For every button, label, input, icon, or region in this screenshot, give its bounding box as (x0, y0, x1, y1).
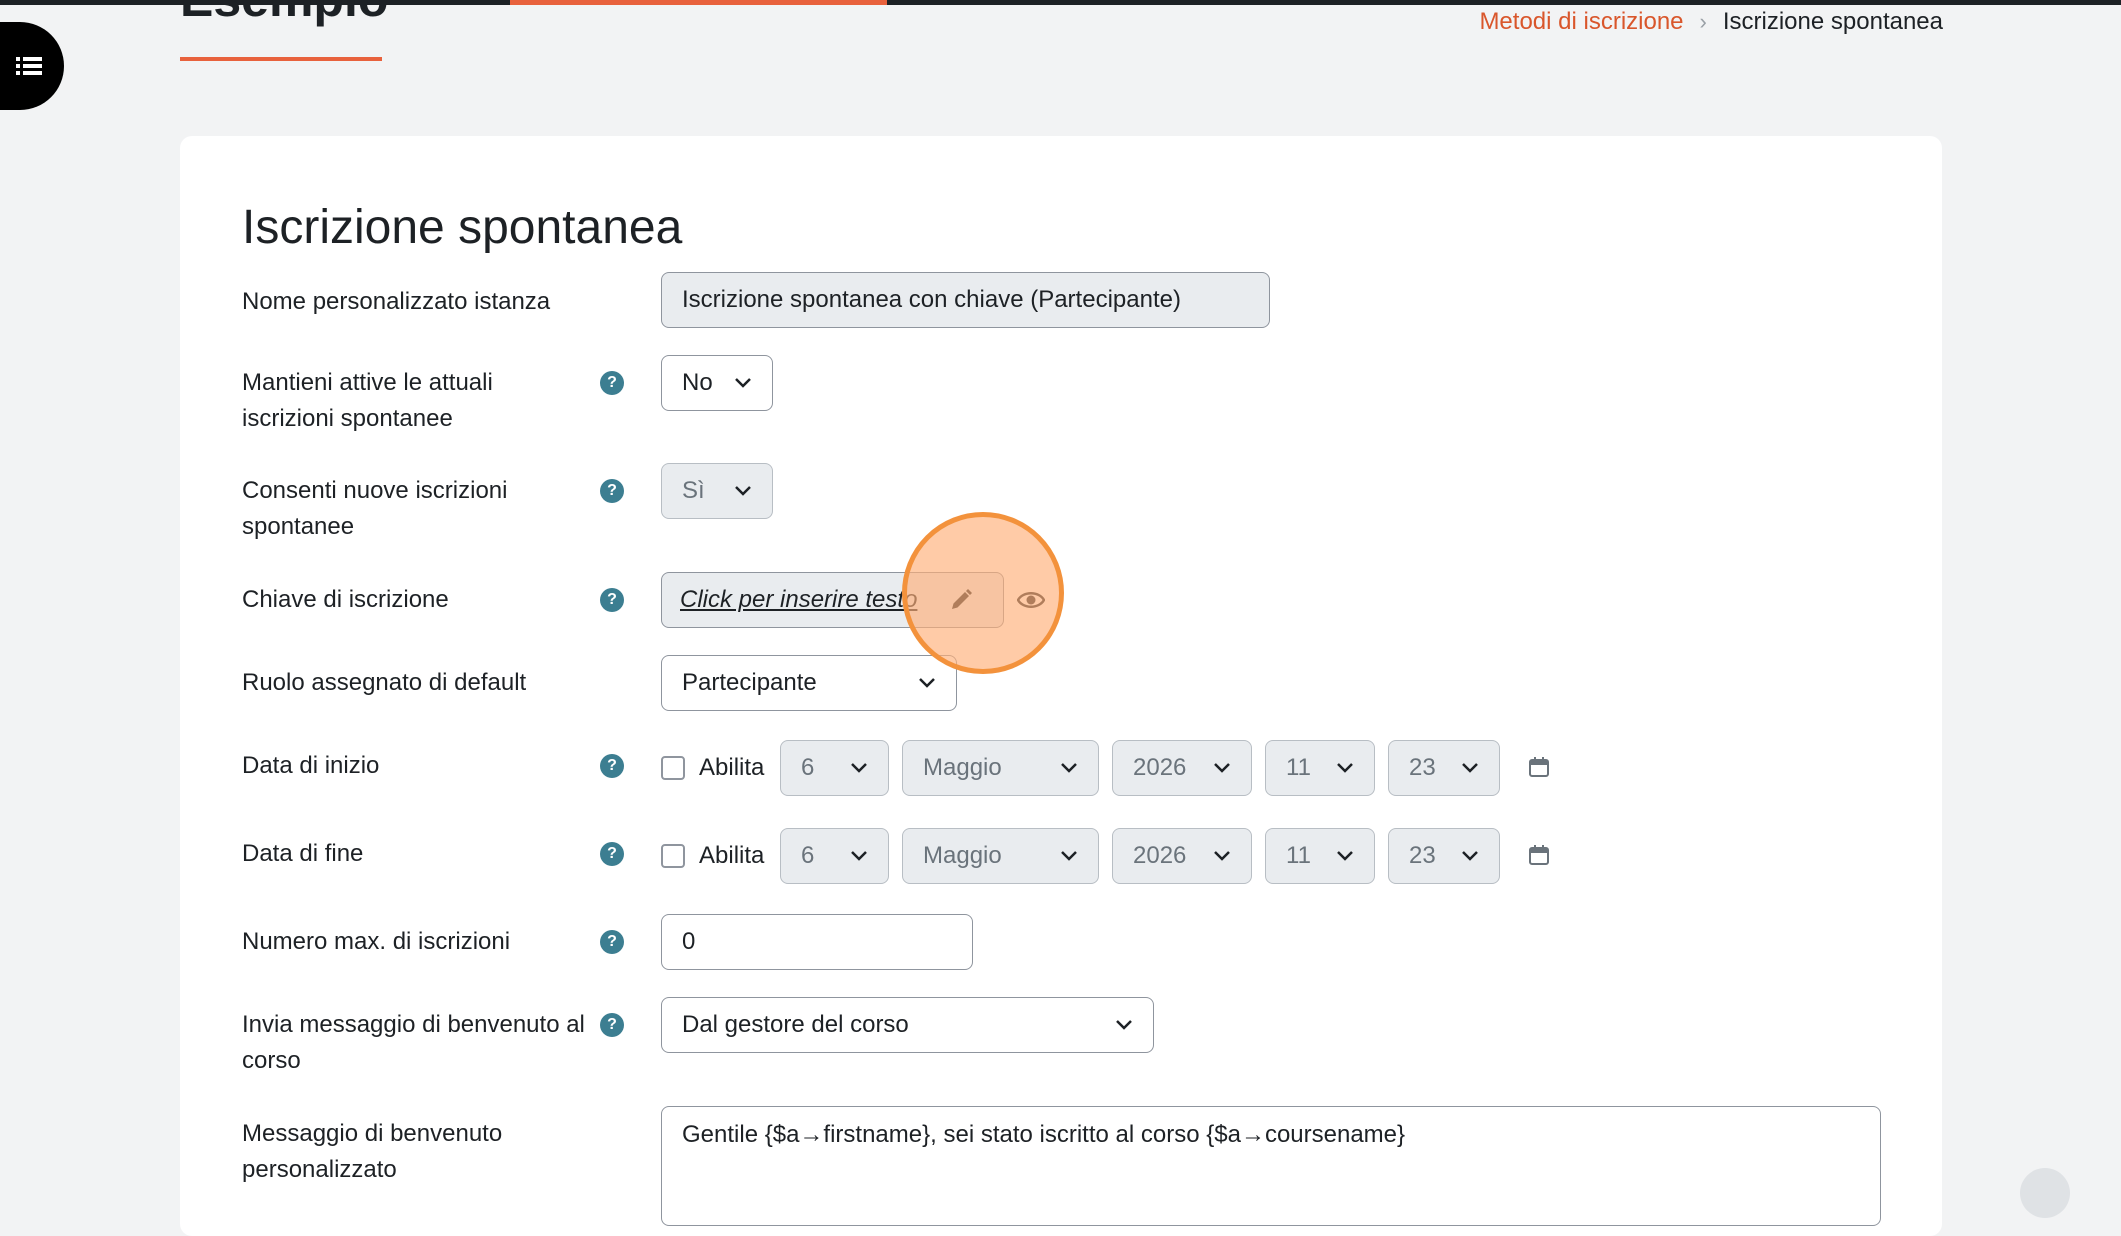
enrol-key-placeholder: Click per inserire testo (680, 586, 918, 613)
start-date-year: 2026 (1133, 754, 1187, 781)
calendar-icon[interactable] (1528, 756, 1550, 778)
help-icon[interactable]: ? (600, 588, 624, 612)
course-index-toggle[interactable] (0, 22, 64, 110)
custom-name-label: Nome personalizzato istanza (242, 288, 551, 315)
end-date-day: 6 (801, 842, 815, 869)
custom-name-input[interactable]: Iscrizione spontanea con chiave (Parteci… (661, 272, 1270, 328)
custom-welcome-textarea[interactable]: Gentile {$a→firstname}, sei stato iscrit… (661, 1106, 1881, 1226)
start-date-minute-select[interactable]: 23 (1388, 740, 1500, 796)
start-date-enable-checkbox[interactable] (661, 756, 685, 780)
chevron-down-icon (1061, 851, 1077, 861)
end-date-hour-select[interactable]: 11 (1265, 828, 1375, 884)
start-date-day: 6 (801, 754, 815, 781)
keep-active-select[interactable]: No (661, 355, 773, 411)
chevron-down-icon (1061, 763, 1077, 773)
start-date-month: Maggio (923, 754, 1002, 781)
allow-new-value: Sì (682, 477, 705, 504)
start-date-enable-label: Abilita (699, 754, 765, 781)
start-date-day-select[interactable]: 6 (780, 740, 889, 796)
breadcrumb-current: Iscrizione spontanea (1722, 8, 1943, 35)
chevron-down-icon (735, 486, 751, 496)
start-date-enable[interactable]: Abilita (661, 740, 764, 796)
end-date-year: 2026 (1133, 842, 1187, 869)
allow-new-select[interactable]: Sì (661, 463, 773, 519)
end-date-month-select[interactable]: Maggio (902, 828, 1099, 884)
chevron-down-icon (735, 378, 751, 388)
keep-active-value: No (682, 369, 713, 396)
start-date-label: Data di inizio (242, 752, 380, 779)
keep-active-label: Mantieni attive le attuali iscrizioni sp… (242, 369, 493, 432)
welcome-message-label: Invia messaggio di benvenuto al corso (242, 1011, 585, 1074)
welcome-message-select[interactable]: Dal gestore del corso (661, 997, 1154, 1053)
max-enrolled-input[interactable]: 0 (661, 914, 973, 970)
chevron-down-icon (1214, 851, 1230, 861)
help-icon[interactable]: ? (600, 930, 624, 954)
custom-welcome-label: Messaggio di benvenuto personalizzato (242, 1120, 503, 1183)
calendar-icon[interactable] (1528, 844, 1550, 866)
default-role-value: Partecipante (682, 669, 817, 696)
chevron-down-icon (1214, 763, 1230, 773)
chevron-down-icon (1337, 763, 1353, 773)
end-date-enable-checkbox[interactable] (661, 844, 685, 868)
chevron-down-icon (851, 763, 867, 773)
end-date-minute-select[interactable]: 23 (1388, 828, 1500, 884)
start-date-hour: 11 (1286, 754, 1311, 781)
end-date-minute: 23 (1409, 842, 1436, 869)
chevron-down-icon (1462, 851, 1478, 861)
help-icon[interactable]: ? (600, 842, 624, 866)
breadcrumb: Metodi di iscrizione › Iscrizione sponta… (1479, 8, 1943, 36)
chevron-down-icon (919, 678, 935, 688)
default-role-select[interactable]: Partecipante (661, 655, 957, 711)
chevron-down-icon (1337, 851, 1353, 861)
chevron-down-icon (1462, 763, 1478, 773)
help-icon[interactable]: ? (600, 479, 624, 503)
list-icon (16, 57, 42, 75)
chevron-down-icon (1116, 1020, 1132, 1030)
back-to-top-button[interactable] (2020, 1168, 2070, 1218)
start-date-month-select[interactable]: Maggio (902, 740, 1099, 796)
end-date-label: Data di fine (242, 840, 364, 867)
enrol-key-label: Chiave di iscrizione (242, 586, 449, 613)
start-date-minute: 23 (1409, 754, 1436, 781)
default-role-label: Ruolo assegnato di default (242, 669, 527, 696)
allow-new-label: Consenti nuove iscrizioni spontanee (242, 477, 508, 540)
end-date-month: Maggio (923, 842, 1002, 869)
page-title-underline (180, 57, 382, 61)
help-icon[interactable]: ? (600, 754, 624, 778)
max-enrolled-label: Numero max. di iscrizioni (242, 928, 511, 955)
end-date-enable[interactable]: Abilita (661, 828, 764, 884)
start-date-year-select[interactable]: 2026 (1112, 740, 1252, 796)
chevron-right-icon: › (1699, 9, 1707, 34)
help-icon[interactable]: ? (600, 371, 624, 395)
end-date-year-select[interactable]: 2026 (1112, 828, 1252, 884)
end-date-hour: 11 (1286, 842, 1311, 869)
help-icon[interactable]: ? (600, 1013, 624, 1037)
page-title: Esempio (180, 0, 388, 28)
top-bar-accent (510, 0, 887, 5)
breadcrumb-link-enrol-methods[interactable]: Metodi di iscrizione (1479, 8, 1683, 36)
chevron-down-icon (851, 851, 867, 861)
end-date-day-select[interactable]: 6 (780, 828, 889, 884)
section-heading: Iscrizione spontanea (242, 201, 683, 254)
welcome-message-value: Dal gestore del corso (682, 1011, 909, 1038)
end-date-enable-label: Abilita (699, 842, 765, 869)
click-highlight (902, 512, 1064, 674)
start-date-hour-select[interactable]: 11 (1265, 740, 1375, 796)
